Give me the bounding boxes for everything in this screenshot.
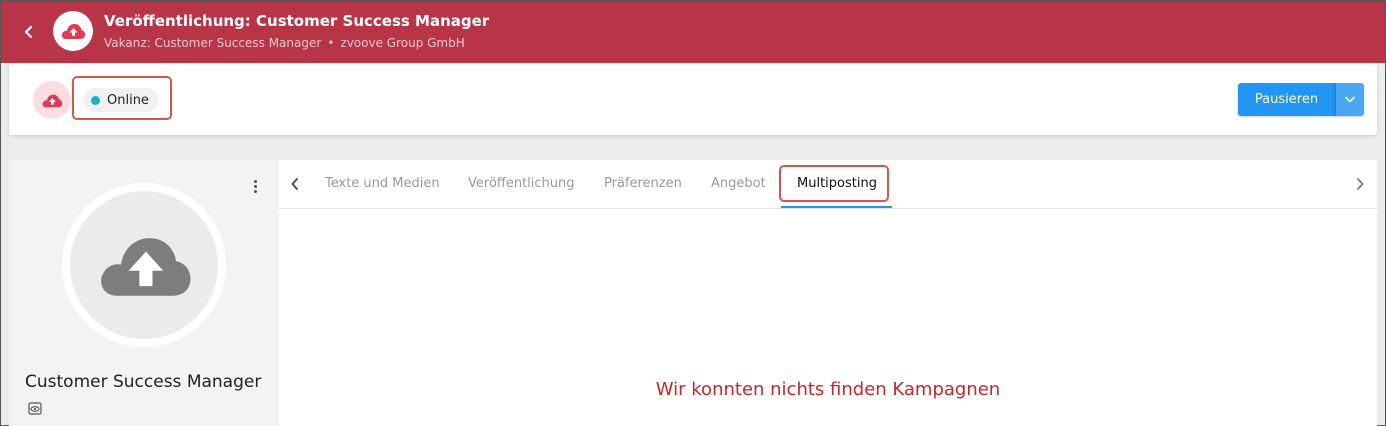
- tab-angebot[interactable]: Angebot: [711, 176, 766, 191]
- subtitle-separator: •: [327, 36, 335, 50]
- content-panel: Texte und Medien Veröffentlichung Präfer…: [279, 160, 1377, 426]
- pause-dropdown-button[interactable]: [1335, 83, 1364, 116]
- more-vertical-icon: [253, 179, 257, 183]
- chevron-left-icon: [24, 25, 33, 39]
- tab-texte-und-medien[interactable]: Texte und Medien: [325, 176, 440, 191]
- profile-panel: Customer Success Manager: [9, 160, 279, 426]
- tab-veroeffentlichung[interactable]: Veröffentlichung: [468, 176, 575, 191]
- pause-button[interactable]: Pausieren: [1238, 83, 1335, 116]
- tab-highlight: [779, 165, 889, 202]
- chevron-down-icon: [1345, 96, 1355, 103]
- status-dot: [91, 95, 100, 105]
- page-subtitle: Vakanz: Customer Success Manager • zvoove …: [104, 36, 465, 50]
- top-header: Veröffentlichung: Customer Success Manag…: [1, 1, 1385, 63]
- empty-state-message: Wir konnten nichts finden Kampagnen: [655, 379, 1001, 400]
- tab-bar: Texte und Medien Veröffentlichung Präfer…: [279, 160, 1377, 209]
- status-label: Online: [107, 92, 149, 108]
- chevron-left-icon: [291, 178, 298, 190]
- header-avatar: [53, 11, 93, 51]
- page-title: Veröffentlichung: Customer Success Manag…: [104, 12, 490, 30]
- tab-praeferenzen[interactable]: Präferenzen: [604, 176, 682, 191]
- chevron-right-icon: [1357, 178, 1364, 190]
- more-menu-button[interactable]: [245, 176, 265, 196]
- profile-avatar-inner: [70, 191, 218, 339]
- cloud-upload-icon: [61, 24, 86, 39]
- cloud-upload-icon: [101, 238, 191, 296]
- more-vertical-icon-dot: [253, 189, 257, 193]
- cloud-upload-icon: [42, 94, 63, 107]
- tabs-prev-button[interactable]: [285, 174, 305, 194]
- profile-avatar: [62, 183, 226, 347]
- profile-title: Customer Success Manager: [25, 372, 262, 392]
- back-button[interactable]: [15, 19, 43, 45]
- status-badge: Online: [83, 88, 159, 112]
- tabs-next-button[interactable]: [1350, 174, 1370, 194]
- vacancy-label: Vakanz: Customer Success Manager: [104, 36, 322, 50]
- status-card: Online Pausieren: [9, 64, 1377, 135]
- active-tab-indicator: [781, 206, 892, 208]
- company-label: zvoove Group GmbH: [340, 36, 465, 50]
- eye-icon[interactable]: [28, 402, 42, 415]
- status-avatar: [33, 81, 71, 119]
- more-vertical-icon-dot: [253, 184, 257, 188]
